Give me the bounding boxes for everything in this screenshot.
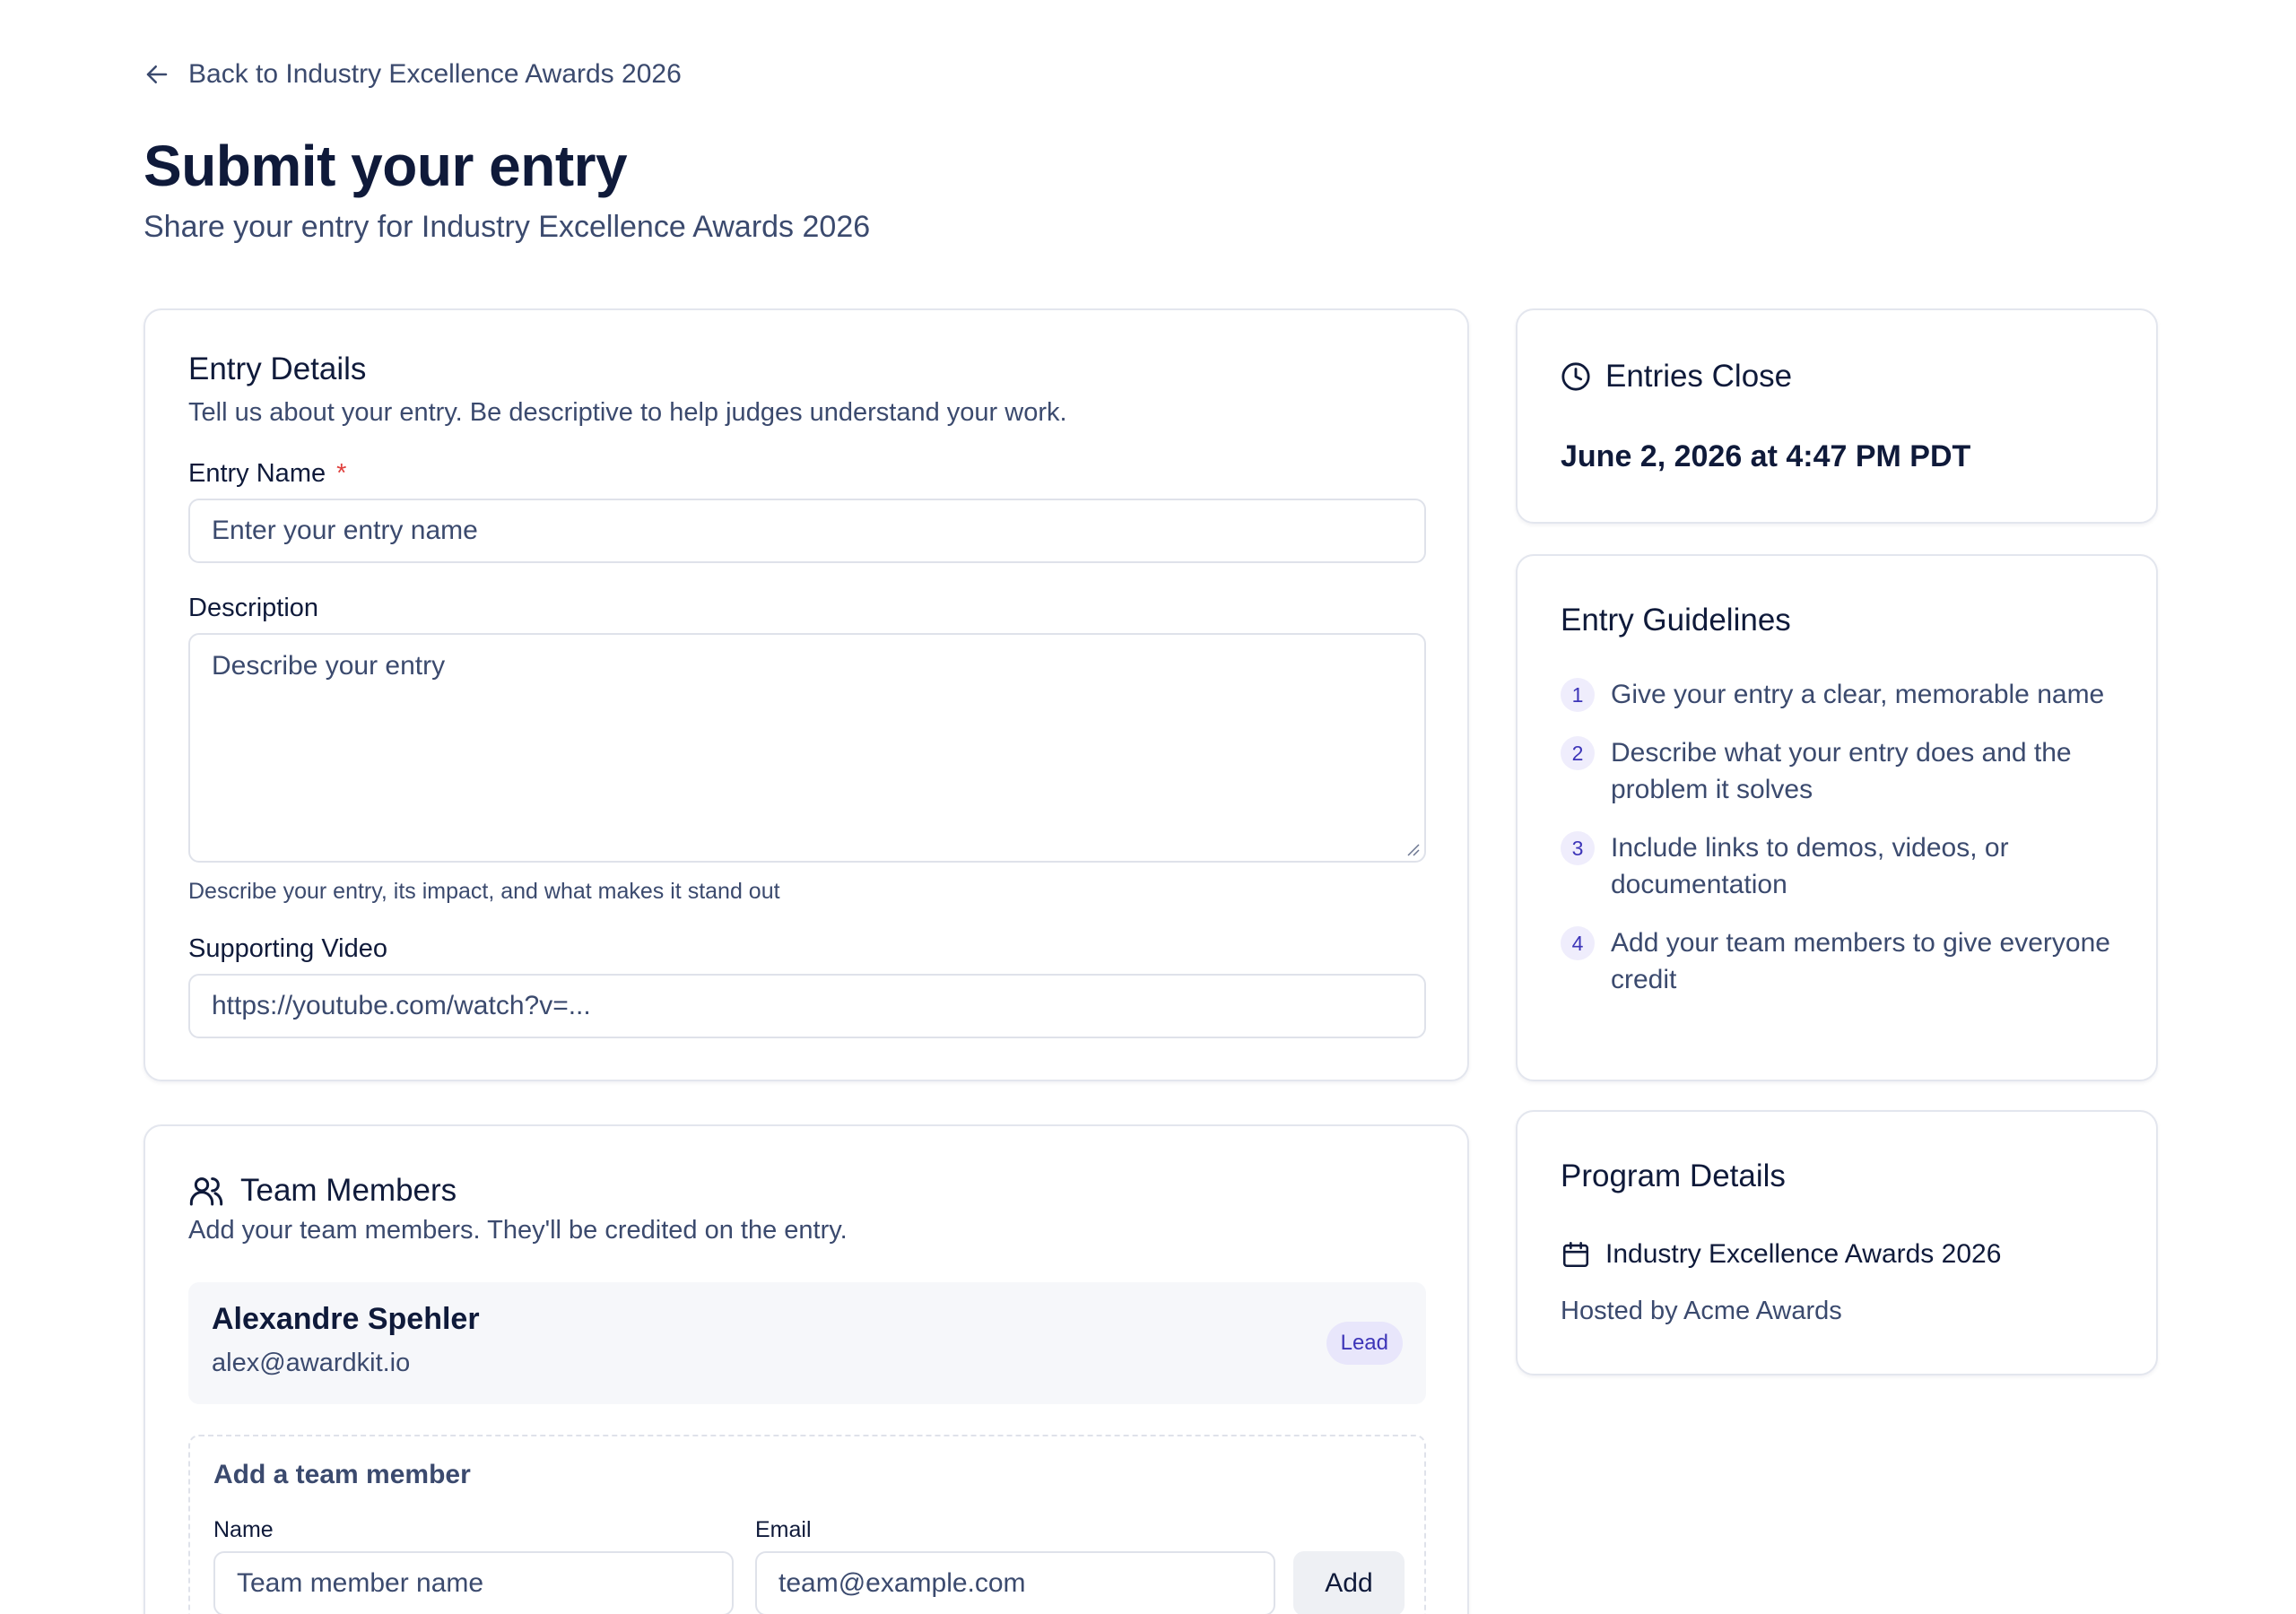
arrow-left-icon (146, 65, 168, 83)
page-subtitle: Share your entry for Industry Excellence… (144, 210, 871, 244)
page-title: Submit your entry (144, 134, 628, 198)
guideline-item: 2 Describe what your entry does and the … (1561, 734, 2117, 808)
member-email-label: Email (755, 1517, 812, 1542)
program-details-card: Program Details Industry Excellence Awar… (1516, 1110, 2158, 1375)
member-email: alex@awardkit.io (212, 1349, 411, 1377)
guideline-text: Include links to demos, videos, or docum… (1611, 833, 2009, 899)
clock-icon (1561, 362, 1590, 391)
video-label: Supporting Video (188, 934, 387, 963)
guidelines-list: 1 Give your entry a clear, memorable nam… (1561, 676, 2117, 1020)
program-host: Hosted by Acme Awards (1561, 1297, 1842, 1325)
entries-close-date: June 2, 2026 at 4:47 PM PDT (1561, 439, 1971, 473)
member-email-input[interactable]: team@example.com (755, 1551, 1275, 1614)
description-placeholder: Describe your entry (212, 651, 446, 681)
member-name: Alexandre Spehler (212, 1302, 480, 1336)
team-description: Add your team members. They'll be credit… (188, 1216, 848, 1245)
guideline-item: 4 Add your team members to give everyone… (1561, 924, 2117, 998)
entry-details-title: Entry Details (188, 351, 367, 386)
team-members-card: Team Members Add your team members. They… (144, 1124, 1469, 1614)
submit-entry-page: Back to Industry Excellence Awards 2026 … (0, 0, 2296, 1614)
member-name-label: Name (213, 1517, 274, 1542)
entry-guidelines-card: Entry Guidelines 1 Give your entry a cle… (1516, 554, 2158, 1081)
entries-close-title: Entries Close (1605, 359, 1793, 394)
guideline-text: Add your team members to give everyone c… (1611, 928, 2110, 994)
guideline-text: Give your entry a clear, memorable name (1611, 680, 2105, 709)
description-label: Description (188, 594, 319, 622)
team-title: Team Members (240, 1173, 457, 1208)
lead-badge: Lead (1326, 1322, 1403, 1365)
add-member-title: Add a team member (213, 1460, 471, 1489)
add-team-member-form: Add a team member Name Team member name … (188, 1435, 1426, 1614)
entries-close-header: Entries Close (1561, 359, 1792, 395)
entries-close-card: Entries Close June 2, 2026 at 4:47 PM PD… (1516, 308, 2158, 524)
guidelines-title: Entry Guidelines (1561, 603, 1791, 638)
back-link[interactable]: Back to Industry Excellence Awards 2026 (144, 59, 682, 90)
guideline-number: 2 (1561, 736, 1595, 770)
entry-details-card: Entry Details Tell us about your entry. … (144, 308, 1469, 1081)
back-link-label[interactable]: Back to Industry Excellence Awards 2026 (188, 59, 682, 90)
guideline-number: 1 (1561, 678, 1595, 712)
member-name-input[interactable]: Team member name (213, 1551, 734, 1614)
team-member-row: Alexandre Spehler alex@awardkit.io Lead (188, 1282, 1426, 1404)
guideline-number: 4 (1561, 926, 1595, 960)
description-textarea[interactable]: Describe your entry (188, 633, 1426, 863)
calendar-icon (1562, 1241, 1589, 1268)
program-name: Industry Excellence Awards 2026 (1605, 1239, 2002, 1269)
description-help: Describe your entry, its impact, and wha… (188, 879, 780, 904)
entry-name-label: Entry Name * (188, 459, 1424, 489)
guideline-item: 1 Give your entry a clear, memorable nam… (1561, 676, 2117, 713)
guideline-text: Describe what your entry does and the pr… (1611, 738, 2072, 804)
add-member-button[interactable]: Add (1293, 1551, 1405, 1614)
video-url-input[interactable]: https://youtube.com/watch?v=... (188, 974, 1426, 1038)
required-marker: * (336, 459, 347, 488)
program-name-row: Industry Excellence Awards 2026 (1561, 1239, 2001, 1270)
users-icon (189, 1177, 223, 1206)
team-header: Team Members (188, 1173, 457, 1209)
entry-name-label-text: Entry Name (188, 459, 326, 488)
entry-details-description: Tell us about your entry. Be descriptive… (188, 398, 1067, 427)
guideline-number: 3 (1561, 831, 1595, 865)
resize-handle-icon[interactable] (1405, 841, 1421, 857)
guideline-item: 3 Include links to demos, videos, or doc… (1561, 829, 2117, 903)
program-details-title: Program Details (1561, 1158, 1786, 1193)
entry-name-input[interactable]: Enter your entry name (188, 499, 1426, 563)
